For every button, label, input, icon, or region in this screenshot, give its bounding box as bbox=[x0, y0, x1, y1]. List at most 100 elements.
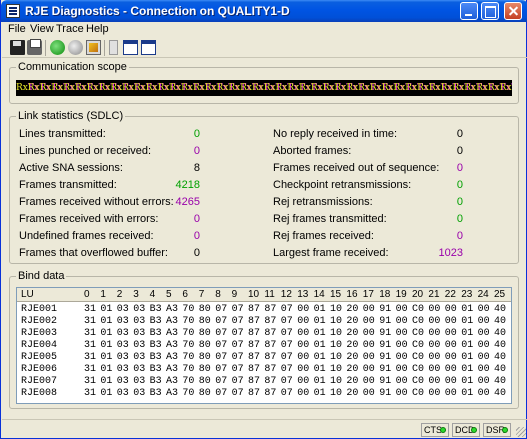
bind-cell: 40 bbox=[494, 388, 507, 399]
bind-cell: 01 bbox=[100, 304, 113, 315]
bind-column-header[interactable]: LU bbox=[21, 289, 34, 300]
bind-cell: 00 bbox=[477, 388, 490, 399]
bind-cell: 07 bbox=[280, 388, 293, 399]
bind-column-header[interactable]: 19 bbox=[396, 289, 407, 300]
bind-column-header[interactable]: 8 bbox=[215, 289, 221, 300]
bind-column-header[interactable]: 10 bbox=[248, 289, 259, 300]
stat-label: Frames received with errors: bbox=[19, 213, 159, 225]
bind-cell: 70 bbox=[182, 388, 195, 399]
scope-rx-mark: Rx bbox=[98, 83, 111, 93]
table-row[interactable]: RJE007 31 01 03 03 B3 A3 70 80 07 07 87 87 07 00 01 10 20… bbox=[17, 376, 511, 388]
bind-column-header[interactable]: 20 bbox=[412, 289, 423, 300]
bind-cell: 07 bbox=[231, 340, 244, 351]
bind-column-header[interactable]: 0 bbox=[84, 289, 90, 300]
bind-column-header[interactable]: 3 bbox=[133, 289, 139, 300]
bind-cell: 03 bbox=[116, 304, 129, 315]
bind-column-header[interactable]: 22 bbox=[445, 289, 456, 300]
bind-cell: 01 bbox=[461, 388, 474, 399]
scope-cell: RxTx bbox=[346, 80, 369, 96]
scope-rx-mark: Rx bbox=[181, 83, 194, 93]
bind-column-header[interactable]: 4 bbox=[150, 289, 156, 300]
bind-cell: 10 bbox=[330, 328, 343, 339]
wizard-icon[interactable] bbox=[109, 40, 118, 55]
menu-trace[interactable]: Trace bbox=[56, 23, 84, 35]
bind-cell: 01 bbox=[461, 340, 474, 351]
bind-column-header[interactable]: 9 bbox=[232, 289, 238, 300]
stop-trace-icon[interactable] bbox=[68, 40, 83, 55]
close-button[interactable] bbox=[504, 2, 522, 20]
table-row[interactable]: RJE006 31 01 03 03 B3 A3 70 80 07 07 87 87 07 00 01 10 20… bbox=[17, 364, 511, 376]
bind-cell: 00 bbox=[395, 328, 408, 339]
bind-cell: 00 bbox=[428, 376, 441, 387]
table-row[interactable]: RJE008 31 01 03 03 B3 A3 70 80 07 07 87 87 07 00 01 10 20… bbox=[17, 388, 511, 400]
bind-cell: 00 bbox=[395, 388, 408, 399]
table-row[interactable]: RJE002 31 01 03 03 B3 A3 70 80 07 07 87 87 07 00 01 10 20… bbox=[17, 316, 511, 328]
pane-layout-2-icon[interactable] bbox=[141, 40, 156, 55]
menu-help[interactable]: Help bbox=[86, 23, 109, 35]
scope-rx-mark: Rx bbox=[310, 83, 323, 93]
minimize-button[interactable] bbox=[460, 2, 478, 20]
stat-value: 0 bbox=[193, 128, 200, 140]
menu-view[interactable]: View bbox=[30, 23, 54, 35]
bind-column-header[interactable]: 24 bbox=[478, 289, 489, 300]
trace-settings-icon[interactable] bbox=[86, 40, 101, 55]
bind-column-header[interactable]: 23 bbox=[461, 289, 472, 300]
pane-layout-1-icon[interactable] bbox=[123, 40, 138, 55]
bind-cell: 07 bbox=[280, 328, 293, 339]
table-row[interactable]: RJE005 31 01 03 03 B3 A3 70 80 07 07 87 87 07 00 01 10 20… bbox=[17, 352, 511, 364]
scope-cell: RxTx bbox=[405, 80, 428, 96]
title-bar[interactable]: RJE Diagnostics - Connection on QUALITY1… bbox=[1, 0, 527, 22]
bind-column-header[interactable]: 12 bbox=[281, 289, 292, 300]
scope-rx-mark: Rx bbox=[192, 83, 205, 93]
bind-column-header[interactable]: 13 bbox=[297, 289, 308, 300]
bind-column-header[interactable]: 1 bbox=[100, 289, 106, 300]
scope-rx-mark: Rx bbox=[334, 83, 347, 93]
table-row[interactable]: RJE001 31 01 03 03 B3 A3 70 80 07 07 87 87 07 00 01 10 20… bbox=[17, 304, 511, 316]
scope-cell: RxTx bbox=[417, 80, 440, 96]
bind-cell: 03 bbox=[133, 328, 146, 339]
bind-column-header[interactable]: 17 bbox=[363, 289, 374, 300]
table-row[interactable]: RJE004 31 01 03 03 B3 A3 70 80 07 07 87 87 07 00 01 10 20… bbox=[17, 340, 511, 352]
bind-cell: 07 bbox=[280, 316, 293, 327]
bind-cell: B3 bbox=[149, 352, 162, 363]
bind-data-list[interactable]: LU 0 1 2 3 4 5 6 7 8 9 10 11 12 13 14 15 16 17 18 19 20 21 22 23… bbox=[16, 287, 512, 404]
bind-column-header[interactable]: 7 bbox=[199, 289, 205, 300]
bind-cell: 91 bbox=[379, 376, 392, 387]
maximize-button[interactable] bbox=[481, 2, 499, 20]
bind-cell: 70 bbox=[182, 352, 195, 363]
app-icon[interactable] bbox=[6, 4, 20, 18]
bind-column-header[interactable]: 5 bbox=[166, 289, 172, 300]
bind-column-header[interactable]: 18 bbox=[379, 289, 390, 300]
bind-column-header[interactable]: 6 bbox=[182, 289, 188, 300]
bind-column-header[interactable]: 2 bbox=[117, 289, 123, 300]
bind-column-header[interactable]: 25 bbox=[494, 289, 505, 300]
bind-cell: 40 bbox=[494, 364, 507, 375]
link-statistics-label: Link statistics (SDLC) bbox=[16, 110, 126, 122]
scope-cell: RxTx bbox=[134, 80, 157, 96]
resize-grip-icon[interactable] bbox=[516, 427, 526, 437]
start-trace-icon[interactable] bbox=[50, 40, 65, 55]
scope-cell: RxTx bbox=[122, 80, 145, 96]
save-icon[interactable] bbox=[10, 40, 25, 55]
bind-column-header[interactable]: 14 bbox=[314, 289, 325, 300]
scope-rx-mark: Rx bbox=[358, 83, 370, 93]
scope-rx-mark: Rx bbox=[16, 83, 28, 93]
bind-column-header[interactable]: 21 bbox=[428, 289, 439, 300]
bind-lu-name: RJE002 bbox=[21, 316, 58, 327]
print-icon[interactable] bbox=[27, 39, 42, 55]
menu-file[interactable]: File bbox=[8, 23, 26, 35]
bind-column-header[interactable]: 16 bbox=[346, 289, 357, 300]
table-row[interactable]: RJE003 31 01 03 03 B3 A3 70 80 07 07 87 87 07 00 01 10 20… bbox=[17, 328, 511, 340]
scope-cell: RxTx bbox=[334, 80, 358, 96]
scope-cell: RxTx bbox=[394, 80, 417, 96]
bind-cell: 01 bbox=[461, 328, 474, 339]
stat-label: Largest frame received: bbox=[273, 247, 389, 259]
bind-cell: 31 bbox=[84, 388, 97, 399]
bind-column-header[interactable]: 11 bbox=[264, 289, 274, 300]
bind-column-header[interactable]: 15 bbox=[330, 289, 341, 300]
stat-label: Rej frames received: bbox=[273, 230, 374, 242]
dcd-led-icon bbox=[471, 427, 477, 433]
scope-rx-mark: Rx bbox=[299, 83, 311, 93]
bind-cell: B3 bbox=[149, 376, 162, 387]
bind-data-header[interactable]: LU 0 1 2 3 4 5 6 7 8 9 10 11 12 13 14 15 16 17 18 19 20 21 22 23… bbox=[17, 288, 511, 302]
